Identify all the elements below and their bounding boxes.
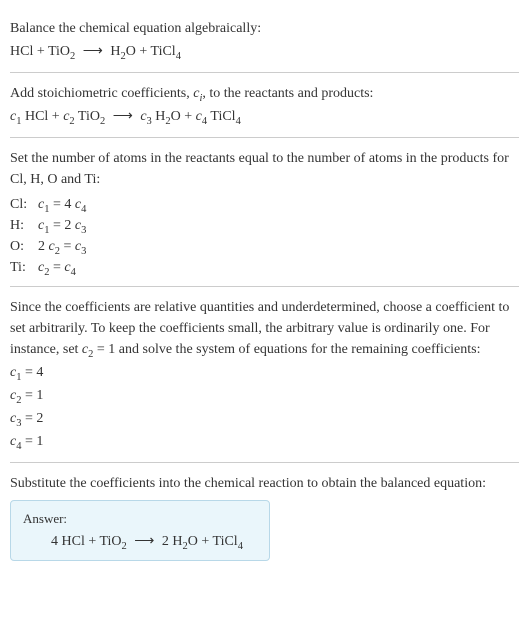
answer-text: Substitute the coefficients into the che…	[10, 473, 519, 494]
solution-row: c1 = 4	[10, 362, 519, 383]
table-row: O: 2 c2 = c3	[10, 236, 519, 257]
element-label: Ti:	[10, 257, 38, 278]
section-solve: Since the coefficients are relative quan…	[10, 287, 519, 463]
solution-row: c2 = 1	[10, 385, 519, 406]
solve-text: Since the coefficients are relative quan…	[10, 297, 519, 360]
atom-balance-table: Cl: c1 = 4 c4 H: c1 = 2 c3 O: 2 c2 = c3 …	[10, 194, 519, 278]
section-coefficients: Add stoichiometric coefficients, ci, to …	[10, 73, 519, 138]
coefficients-equation: c1 HCl + c2 TiO2 ⟶ c3 H2O + c4 TiCl4	[10, 106, 519, 127]
table-row: Ti: c2 = c4	[10, 257, 519, 278]
section-problem: Balance the chemical equation algebraica…	[10, 8, 519, 73]
atom-balance-text: Set the number of atoms in the reactants…	[10, 148, 519, 190]
table-row: Cl: c1 = 4 c4	[10, 194, 519, 215]
element-label: O:	[10, 236, 38, 257]
section-answer: Substitute the coefficients into the che…	[10, 463, 519, 569]
solution-row: c4 = 1	[10, 431, 519, 452]
coefficients-text: Add stoichiometric coefficients, ci, to …	[10, 83, 519, 104]
element-equation: 2 c2 = c3	[38, 236, 86, 257]
unbalanced-equation: HCl + TiO2 ⟶ H2O + TiCl4	[10, 41, 519, 62]
answer-box: Answer: 4 HCl + TiO2 ⟶ 2 H2O + TiCl4	[10, 500, 270, 561]
answer-label: Answer:	[23, 511, 257, 527]
section-atom-balance: Set the number of atoms in the reactants…	[10, 138, 519, 287]
element-equation: c1 = 4 c4	[38, 194, 86, 215]
element-label: Cl:	[10, 194, 38, 215]
solution-row: c3 = 2	[10, 408, 519, 429]
element-label: H:	[10, 215, 38, 236]
table-row: H: c1 = 2 c3	[10, 215, 519, 236]
balanced-equation: 4 HCl + TiO2 ⟶ 2 H2O + TiCl4	[23, 533, 257, 550]
element-equation: c2 = c4	[38, 257, 76, 278]
problem-title: Balance the chemical equation algebraica…	[10, 18, 519, 39]
element-equation: c1 = 2 c3	[38, 215, 86, 236]
